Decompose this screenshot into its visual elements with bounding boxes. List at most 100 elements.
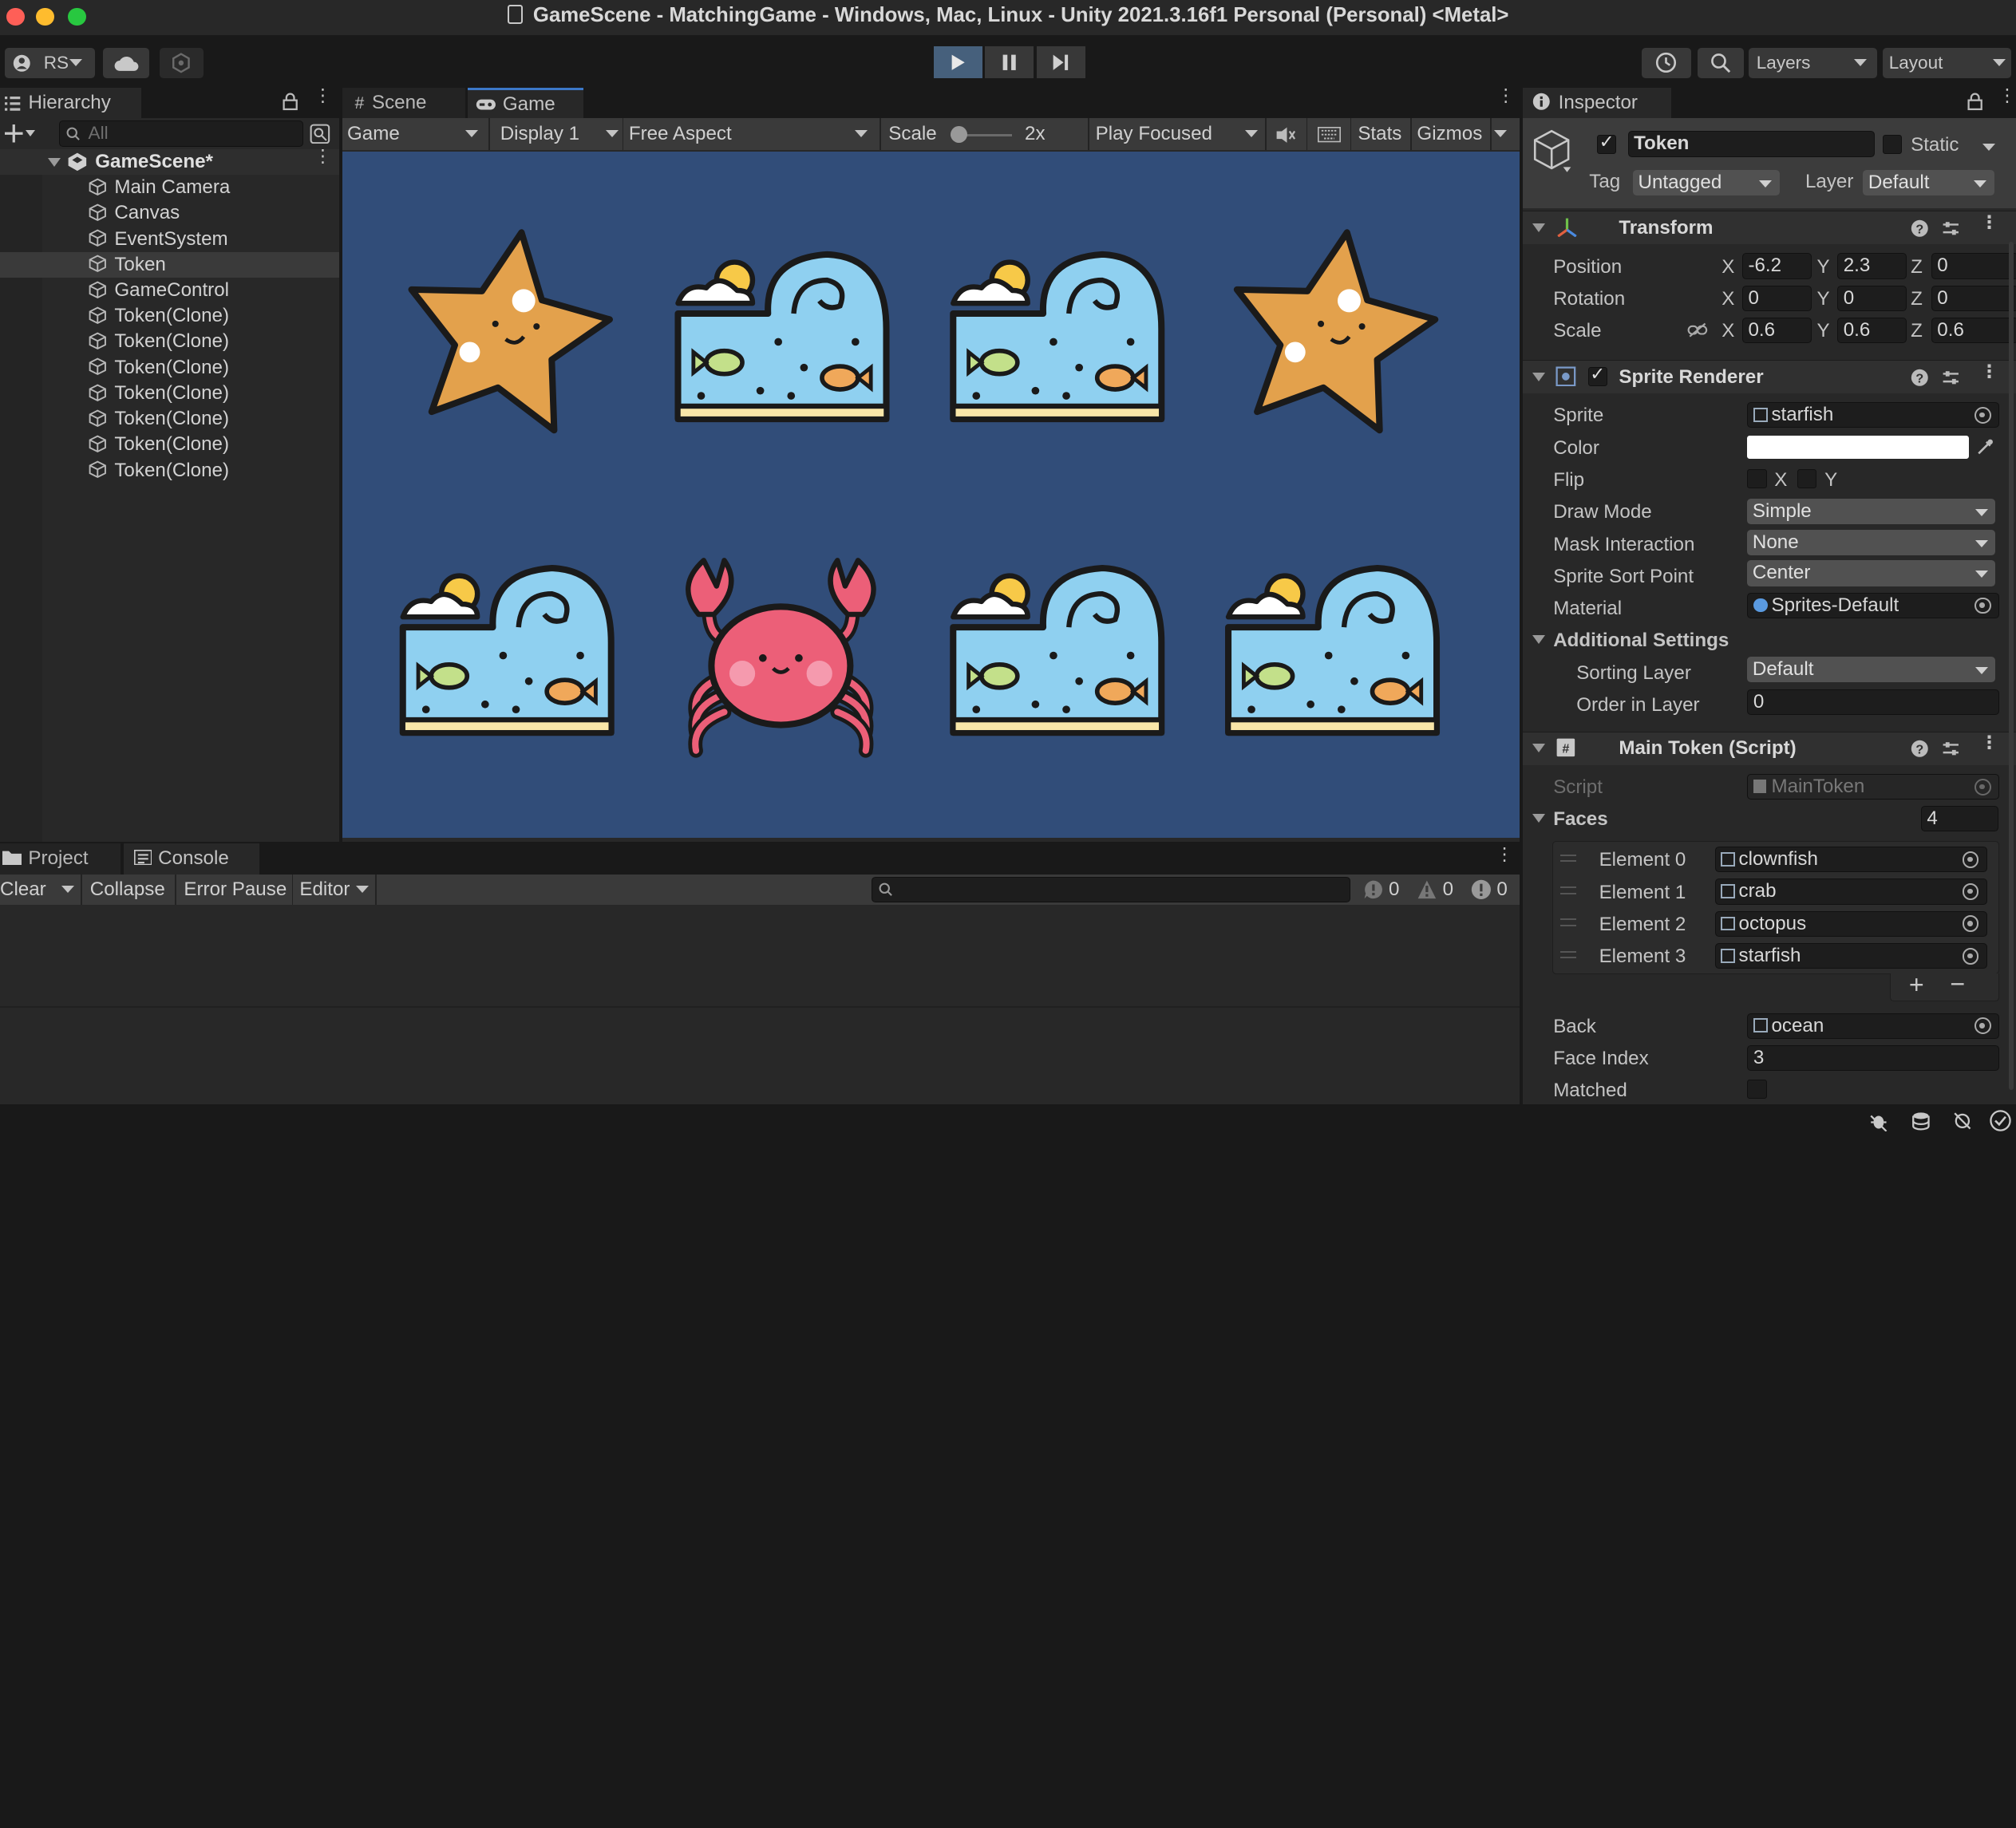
hierarchy-search-input[interactable]: All bbox=[59, 120, 304, 147]
help-icon[interactable]: ? bbox=[1911, 219, 1929, 238]
expand-arrow-icon[interactable] bbox=[47, 158, 61, 167]
drag-handle-icon[interactable] bbox=[1560, 918, 1576, 926]
clear-button[interactable]: Clear bbox=[0, 875, 77, 906]
mute-audio-button[interactable] bbox=[1273, 118, 1304, 150]
hierarchy-item[interactable]: Token(Clone) bbox=[0, 432, 339, 457]
help-icon[interactable]: ? bbox=[1911, 740, 1929, 758]
flip-y-checkbox[interactable] bbox=[1797, 469, 1817, 489]
pause-button[interactable] bbox=[985, 45, 1034, 79]
sprite-renderer-header[interactable]: Sprite Renderer ? bbox=[1522, 360, 2016, 393]
gizmos-button[interactable]: Gizmos bbox=[1417, 118, 1482, 150]
layer-dropdown[interactable]: Default bbox=[1863, 169, 1994, 195]
warn-count-toggle[interactable]: 0 bbox=[1414, 875, 1465, 906]
layers-dropdown[interactable]: Layers bbox=[1749, 47, 1878, 79]
color-swatch[interactable] bbox=[1747, 436, 1969, 460]
inspector-scrollbar[interactable] bbox=[2008, 241, 2014, 1091]
flip-x-checkbox[interactable] bbox=[1747, 469, 1767, 489]
keyboard-shortcuts-button[interactable] bbox=[1315, 118, 1346, 150]
ocean-tile[interactable] bbox=[674, 251, 890, 423]
account-dropdown[interactable]: RS bbox=[5, 47, 96, 79]
hierarchy-item[interactable]: Token(Clone) bbox=[0, 458, 339, 484]
hierarchy-item[interactable]: Token(Clone) bbox=[0, 406, 339, 432]
collab-button[interactable] bbox=[159, 47, 204, 79]
game-menu-icon[interactable] bbox=[1496, 93, 1501, 99]
tab-inspector[interactable]: Inspector bbox=[1522, 87, 1672, 119]
element-object-field[interactable]: starfish bbox=[1714, 942, 1988, 969]
crab-tile[interactable] bbox=[685, 558, 876, 758]
debug-bug-icon[interactable] bbox=[1868, 1111, 1889, 1131]
lock-icon[interactable] bbox=[283, 93, 298, 111]
tab-hierarchy[interactable]: Hierarchy bbox=[0, 87, 142, 119]
presets-icon[interactable] bbox=[1942, 369, 1960, 387]
ocean-tile[interactable] bbox=[949, 565, 1164, 736]
inspector-menu-icon[interactable] bbox=[1998, 93, 2003, 99]
scene-row[interactable]: GameScene* bbox=[0, 148, 340, 176]
scene-menu-icon[interactable] bbox=[314, 153, 318, 160]
scene-visibility-icon[interactable] bbox=[310, 124, 330, 144]
hierarchy-item[interactable]: Token bbox=[0, 251, 340, 278]
remove-element-icon[interactable]: − bbox=[1950, 969, 1965, 999]
tab-game[interactable]: Game bbox=[468, 87, 584, 119]
search-button[interactable] bbox=[1697, 47, 1744, 79]
hierarchy-item[interactable]: Token(Clone) bbox=[0, 303, 339, 329]
static-checkbox[interactable] bbox=[1882, 135, 1902, 155]
ocean-tile[interactable] bbox=[399, 565, 615, 736]
mask-interaction-dropdown[interactable]: None bbox=[1747, 529, 1996, 555]
hierarchy-menu-icon[interactable] bbox=[314, 93, 318, 99]
tab-scene[interactable]: # Scene bbox=[342, 87, 466, 119]
hierarchy-item[interactable]: Token(Clone) bbox=[0, 381, 339, 406]
hierarchy-item[interactable]: Token(Clone) bbox=[0, 355, 339, 381]
object-picker-icon[interactable] bbox=[1974, 407, 1991, 424]
component-menu-icon[interactable] bbox=[1980, 740, 1985, 746]
additional-settings-row[interactable]: Additional Settings bbox=[1523, 625, 2016, 657]
hierarchy-item[interactable]: Canvas bbox=[0, 200, 339, 226]
starfish-tile[interactable] bbox=[408, 229, 613, 434]
object-picker-icon[interactable] bbox=[1974, 1017, 1991, 1035]
back-object-field[interactable]: ocean bbox=[1747, 1013, 2000, 1039]
lock-icon[interactable] bbox=[1967, 93, 1982, 111]
tag-dropdown[interactable]: Untagged bbox=[1633, 169, 1780, 195]
eyedropper-icon[interactable] bbox=[1976, 438, 1994, 456]
ocean-tile[interactable] bbox=[949, 251, 1164, 423]
console-menu-icon[interactable] bbox=[1496, 851, 1500, 858]
drag-handle-icon[interactable] bbox=[1560, 854, 1576, 863]
element-object-field[interactable]: crab bbox=[1714, 878, 1988, 905]
hierarchy-item[interactable]: GameControl bbox=[0, 278, 339, 303]
hierarchy-item[interactable]: Main Camera bbox=[0, 175, 339, 200]
info-count-toggle[interactable]: 0 bbox=[1361, 875, 1412, 906]
console-search-input[interactable] bbox=[872, 876, 1350, 902]
presets-icon[interactable] bbox=[1942, 740, 1960, 758]
ocean-tile[interactable] bbox=[1224, 565, 1440, 736]
editor-dropdown[interactable]: Editor bbox=[299, 875, 374, 906]
error-pause-button[interactable]: Error Pause bbox=[184, 875, 287, 906]
sort-point-dropdown[interactable]: Center bbox=[1747, 560, 1996, 586]
history-button[interactable] bbox=[1642, 47, 1691, 79]
rotation-x-input[interactable]: 0 bbox=[1742, 285, 1812, 311]
component-menu-icon[interactable] bbox=[1980, 219, 1985, 226]
object-picker-icon[interactable] bbox=[1962, 915, 1979, 933]
main-token-header[interactable]: # Main Token (Script) ? bbox=[1522, 731, 2016, 765]
object-picker-icon[interactable] bbox=[1962, 947, 1979, 965]
tab-project[interactable]: Project bbox=[0, 843, 121, 875]
tab-console[interactable]: Console bbox=[123, 843, 260, 875]
aspect-dropdown[interactable]: Free Aspect bbox=[629, 118, 873, 150]
scale-x-input[interactable]: 0.6 bbox=[1742, 317, 1812, 344]
hierarchy-item[interactable]: EventSystem bbox=[0, 227, 339, 252]
position-z-input[interactable]: 0 bbox=[1931, 253, 2016, 279]
error-count-toggle[interactable]: 0 bbox=[1469, 875, 1520, 906]
rotation-y-input[interactable]: 0 bbox=[1837, 285, 1907, 311]
draw-mode-dropdown[interactable]: Simple bbox=[1747, 499, 1996, 525]
matched-checkbox[interactable] bbox=[1747, 1080, 1767, 1100]
play-button[interactable] bbox=[933, 45, 982, 79]
cache-server-icon[interactable] bbox=[1911, 1111, 1931, 1131]
scale-z-input[interactable]: 0.6 bbox=[1931, 317, 2016, 344]
position-y-input[interactable]: 2.3 bbox=[1837, 253, 1907, 279]
play-mode-dropdown[interactable]: Play Focused bbox=[1096, 118, 1260, 150]
transform-header[interactable]: Transform ? bbox=[1522, 211, 2016, 245]
sorting-layer-dropdown[interactable]: Default bbox=[1747, 657, 1996, 683]
display-dropdown[interactable]: Display 1 bbox=[500, 118, 619, 150]
drag-handle-icon[interactable] bbox=[1560, 886, 1576, 894]
component-menu-icon[interactable] bbox=[1980, 369, 1985, 375]
position-x-input[interactable]: -6.2 bbox=[1742, 253, 1812, 279]
presets-icon[interactable] bbox=[1942, 219, 1960, 238]
